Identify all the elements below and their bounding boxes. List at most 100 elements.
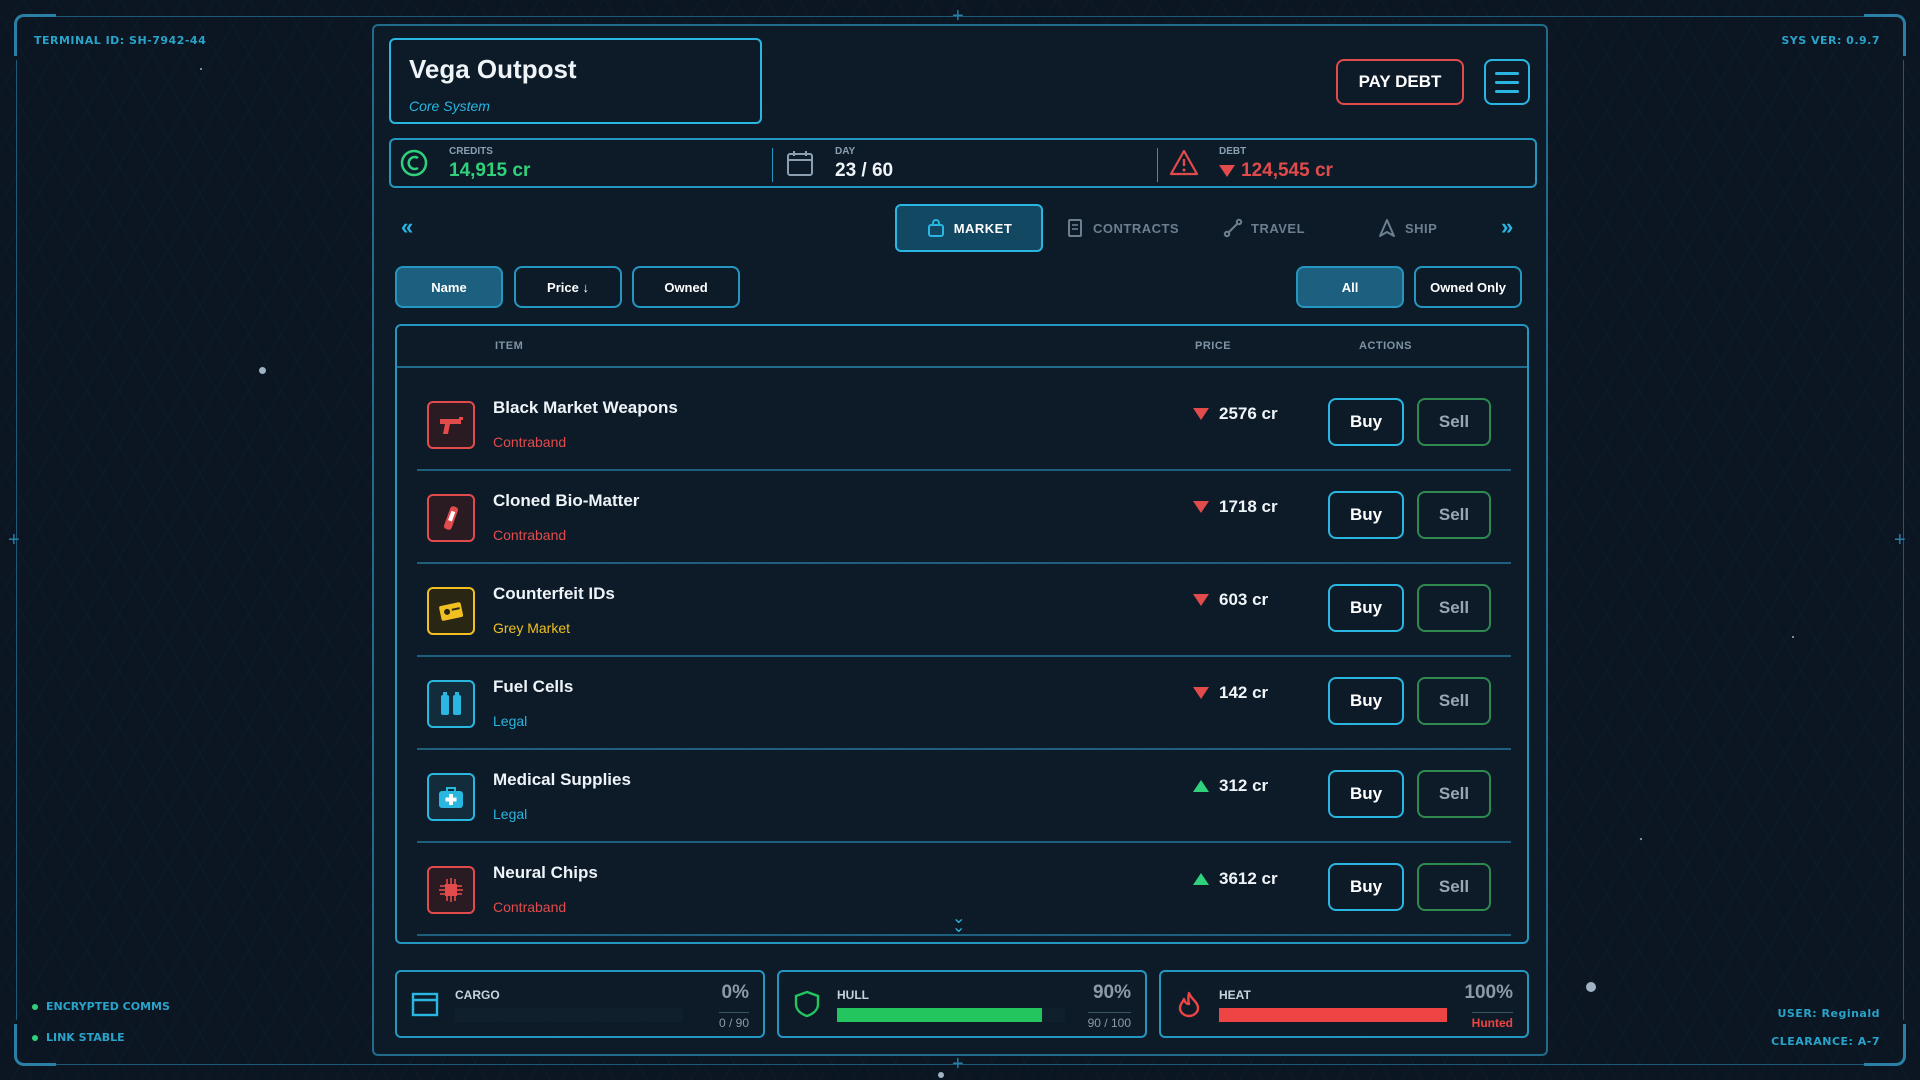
sell-button[interactable]: Sell — [1417, 863, 1491, 911]
tab-contracts[interactable]: CONTRACTS — [1065, 204, 1195, 252]
header-price: PRICE — [1195, 340, 1232, 352]
tab-ship-label: SHIP — [1405, 220, 1438, 236]
terminal-id: TERMINAL ID: SH-7942-44 — [34, 34, 207, 47]
status-encrypted-comms: ENCRYPTED COMMS — [32, 1000, 170, 1013]
trend-down-icon — [1193, 501, 1209, 513]
buy-button[interactable]: Buy — [1328, 584, 1404, 632]
heat-bar-fill — [1219, 1008, 1447, 1022]
location-system: Core System — [409, 98, 490, 114]
trend-down-icon — [1193, 408, 1209, 420]
heat-bar — [1219, 1008, 1447, 1022]
status-label: ENCRYPTED COMMS — [46, 1000, 170, 1013]
hull-integrity: 90 / 100 — [1087, 1012, 1131, 1030]
buy-button[interactable]: Buy — [1328, 398, 1404, 446]
cargo-gauge: CARGO 0% 0 / 90 — [395, 970, 765, 1038]
filter-all-button[interactable]: All — [1296, 266, 1404, 308]
hull-label: HULL — [837, 988, 869, 1002]
buy-button[interactable]: Buy — [1328, 770, 1404, 818]
debt-label: DEBT — [1219, 146, 1247, 157]
credits-label: CREDITS — [449, 146, 493, 157]
item-price-value: 3612 cr — [1219, 869, 1278, 888]
item-category: Grey Market — [493, 620, 571, 636]
day-value: 23 / 60 — [835, 160, 894, 181]
shield-icon — [791, 988, 823, 1020]
tab-market[interactable]: MARKET — [895, 204, 1043, 252]
filter-owned-only-button[interactable]: Owned Only — [1414, 266, 1522, 308]
trend-up-icon — [1193, 780, 1209, 792]
sell-button[interactable]: Sell — [1417, 677, 1491, 725]
prev-tab-arrow[interactable]: « — [401, 214, 413, 240]
header-actions: ACTIONS — [1359, 340, 1412, 352]
item-price: 3612 cr — [1193, 869, 1278, 889]
tab-travel[interactable]: TRAVEL — [1223, 204, 1323, 252]
buy-button[interactable]: Buy — [1328, 863, 1404, 911]
buy-button[interactable]: Buy — [1328, 491, 1404, 539]
item-price: 312 cr — [1193, 776, 1268, 796]
table-row: Black Market Weapons Contraband 2576 cr … — [417, 378, 1511, 471]
id-card-icon — [427, 587, 475, 635]
scroll-down-chevron-icon[interactable]: ⌄ ⌄ — [952, 911, 965, 936]
cargo-icon — [409, 988, 441, 1020]
item-category: Contraband — [493, 899, 567, 915]
tab-ship[interactable]: SHIP — [1377, 204, 1457, 252]
item-category: Contraband — [493, 434, 567, 450]
day-stat: DAY 23 / 60 — [785, 144, 1145, 184]
crosshair-right: + — [1894, 529, 1906, 551]
heat-gauge: HEAT 100% Hunted — [1159, 970, 1529, 1038]
heat-status: Hunted — [1471, 1012, 1513, 1030]
crosshair-top: + — [952, 5, 964, 27]
debt-trend-down-icon — [1219, 165, 1235, 177]
vial-icon — [427, 494, 475, 542]
cargo-percent: 0% — [721, 982, 749, 1003]
item-price-value: 603 cr — [1219, 590, 1269, 609]
debt-value: 124,545 cr — [1219, 160, 1333, 182]
item-price: 603 cr — [1193, 590, 1268, 610]
trend-up-icon — [1193, 873, 1209, 885]
document-icon — [1068, 219, 1082, 237]
pay-debt-button[interactable]: PAY DEBT — [1336, 59, 1464, 105]
sys-version: SYS VER: 0.9.7 — [1781, 34, 1880, 47]
heat-label: HEAT — [1219, 988, 1251, 1002]
hull-bar-fill — [837, 1008, 1043, 1022]
sell-button[interactable]: Sell — [1417, 770, 1491, 818]
clearance-level: CLEARANCE: A-7 — [1771, 1035, 1880, 1048]
hull-percent: 90% — [1092, 982, 1131, 1003]
sell-button[interactable]: Sell — [1417, 584, 1491, 632]
credits-stat: CREDITS 14,915 cr — [399, 144, 759, 184]
chip-icon — [427, 866, 475, 914]
header-item: ITEM — [495, 340, 524, 352]
tab-bar: « MARKET CONTRACTS TRAVEL SHIP » — [389, 204, 1537, 252]
buy-button[interactable]: Buy — [1328, 677, 1404, 725]
hull-bar — [837, 1008, 1065, 1022]
divider — [772, 148, 773, 182]
calendar-icon — [787, 151, 813, 176]
item-name: Medical Supplies — [493, 770, 631, 789]
item-name: Neural Chips — [493, 863, 598, 882]
item-price: 1718 cr — [1193, 497, 1278, 517]
user-name: USER: Reginald — [1777, 1007, 1880, 1020]
credits-value: 14,915 cr — [449, 160, 531, 181]
route-icon — [1223, 218, 1243, 238]
item-category: Legal — [493, 713, 528, 729]
menu-button[interactable] — [1484, 59, 1530, 105]
sell-button[interactable]: Sell — [1417, 491, 1491, 539]
table-row: Cloned Bio-Matter Contraband 1718 cr Buy… — [417, 471, 1511, 564]
item-name: Black Market Weapons — [493, 398, 678, 417]
sort-price-button[interactable]: Price ↓ — [514, 266, 622, 308]
item-price-value: 142 cr — [1219, 683, 1269, 702]
sort-name-button[interactable]: Name — [395, 266, 503, 308]
divider — [1157, 148, 1158, 182]
table-row: Fuel Cells Legal 142 cr Buy Sell — [417, 657, 1511, 750]
item-category: Contraband — [493, 527, 567, 543]
sort-owned-button[interactable]: Owned — [632, 266, 740, 308]
item-price-value: 1718 cr — [1219, 497, 1278, 516]
sell-button[interactable]: Sell — [1417, 398, 1491, 446]
star — [938, 1072, 944, 1078]
star — [1792, 636, 1794, 638]
status-dot — [32, 1003, 38, 1010]
item-name: Cloned Bio-Matter — [493, 491, 640, 510]
item-price: 2576 cr — [1193, 404, 1278, 424]
table-header: ITEM PRICE ACTIONS — [397, 326, 1527, 368]
cargo-label: CARGO — [455, 988, 500, 1002]
next-tab-arrow[interactable]: » — [1501, 214, 1513, 240]
